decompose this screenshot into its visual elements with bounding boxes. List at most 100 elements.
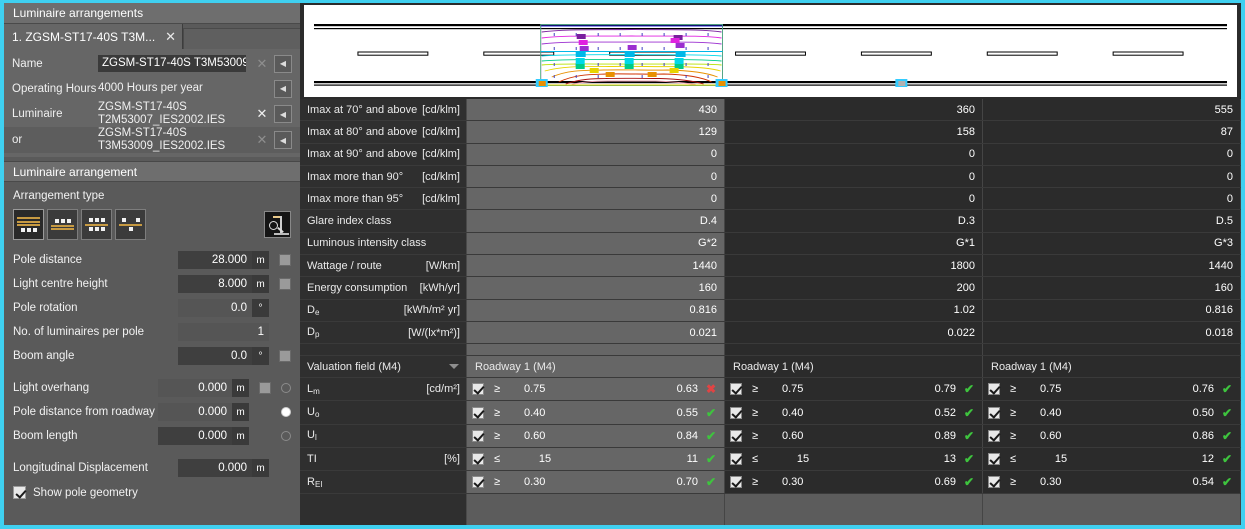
result-value: 0.84 — [676, 429, 698, 442]
boom-angle-input[interactable]: 0.0 — [178, 347, 252, 365]
arrangement-type-twin-central-icon[interactable] — [115, 209, 146, 240]
show-pole-geometry-checkbox[interactable] — [13, 486, 26, 499]
light-overhang-radio[interactable] — [281, 383, 291, 393]
roadway-plan-viewport[interactable] — [300, 3, 1241, 99]
param-label-pole-distance: Pole distance — [13, 254, 83, 266]
threshold-value[interactable]: 0.40 — [768, 407, 838, 419]
valuation-checkbox[interactable] — [472, 429, 484, 442]
valuation-checkbox[interactable] — [472, 383, 484, 396]
param-label-luminaires-per-pole: No. of luminaires per pole — [13, 326, 145, 338]
cell-col2: 0 — [725, 143, 983, 165]
chevron-down-icon[interactable] — [449, 364, 459, 370]
threshold-value[interactable]: 0.30 — [510, 476, 580, 488]
table-row: Glare index class D.4 D.3 D.5 — [300, 210, 1241, 233]
valuation-checkbox[interactable] — [472, 476, 484, 489]
pass-icon: ✔ — [963, 405, 975, 420]
name-input[interactable]: ZGSM-ST17-40S T3M53009 — [98, 55, 246, 72]
threshold-value[interactable]: 15 — [510, 453, 580, 465]
clear-luminaire-icon[interactable]: ✕ — [255, 106, 269, 122]
longitudinal-displacement-input[interactable]: 0.000 — [178, 459, 252, 477]
threshold-value[interactable]: 0.60 — [1026, 430, 1096, 442]
valuation-label-ul: Ul — [300, 424, 467, 447]
valuation-checkbox[interactable] — [730, 452, 742, 465]
valuation-checkbox[interactable] — [988, 476, 1000, 489]
threshold-value[interactable]: 0.30 — [1026, 476, 1096, 488]
pole-rotation-input[interactable]: 0.0 — [178, 299, 252, 317]
row-unit-text: [cd/klm] — [422, 170, 460, 183]
valuation-checkbox[interactable] — [472, 452, 484, 465]
light-overhang-input[interactable]: 0.000 — [158, 379, 232, 397]
valuation-checkbox[interactable] — [730, 429, 742, 442]
pole-geometry-magnifier-icon[interactable] — [264, 211, 291, 238]
cell-col3: 0 — [983, 188, 1241, 210]
clear-or-luminaire-icon[interactable]: ✕ — [255, 132, 269, 148]
operating-hours-value[interactable]: 4000 Hours per year — [98, 82, 269, 95]
pole-distance-from-roadway-radio[interactable] — [281, 407, 291, 417]
pole-distance-input[interactable]: 28.000 — [178, 251, 252, 269]
cell-col2: 360 — [725, 99, 983, 121]
boom-length-radio[interactable] — [281, 431, 291, 441]
luminaire-value[interactable]: ZGSM-ST17-40S T2M53007_IES2002.IES — [98, 101, 255, 127]
row-label-dp: Dp [W/(lx*m²)] — [300, 321, 467, 344]
threshold-value[interactable]: 0.75 — [768, 383, 838, 395]
threshold-value[interactable]: 0.60 — [768, 430, 838, 442]
valuation-cell-col2: ≥ 0.60 0.89 ✔ — [725, 424, 983, 447]
threshold-value[interactable]: 15 — [768, 453, 838, 465]
param-boom-angle: Boom angle 0.0 ° — [4, 344, 300, 368]
valuation-checkbox[interactable] — [988, 406, 1000, 419]
threshold-value[interactable]: 15 — [1026, 453, 1096, 465]
boom-length-input[interactable]: 0.000 — [158, 427, 232, 445]
threshold-value[interactable]: 0.75 — [1026, 383, 1096, 395]
threshold-value[interactable]: 0.75 — [510, 383, 580, 395]
metric-unit: [cd/m²] — [426, 383, 460, 396]
param-label-pole-rotation: Pole rotation — [13, 302, 78, 314]
valuation-checkbox[interactable] — [472, 406, 484, 419]
cell-col1: 1440 — [467, 255, 725, 277]
valuation-checkbox[interactable] — [988, 429, 1000, 442]
light-centre-height-input[interactable]: 8.000 — [178, 275, 252, 293]
result-value: 0.63 — [676, 383, 698, 396]
cell-col1: 160 — [467, 277, 725, 299]
field-label-name: Name — [12, 57, 43, 70]
table-empty-area — [300, 494, 1241, 525]
metric-symbol: Uo — [307, 406, 320, 420]
light-overhang-checkbox[interactable] — [259, 382, 271, 394]
row-label-luminous-intensity-class: Luminous intensity class — [300, 232, 467, 255]
operating-hours-prev-button[interactable]: ◀ — [274, 79, 292, 98]
roadway-plan-canvas[interactable] — [304, 5, 1237, 97]
luminaire-prev-button[interactable]: ◀ — [274, 105, 292, 123]
clear-name-icon[interactable]: ✕ — [255, 56, 269, 72]
metric-symbol: TI — [307, 452, 317, 465]
threshold-value[interactable]: 0.60 — [510, 430, 580, 442]
row-unit-text: [cd/klm] — [422, 103, 460, 116]
valuation-checkbox[interactable] — [988, 383, 1000, 396]
valuation-checkbox[interactable] — [988, 452, 1000, 465]
boom-angle-checkbox[interactable] — [279, 350, 291, 362]
arrangement-type-staggered-icon[interactable] — [81, 209, 112, 240]
pole-distance-from-roadway-input[interactable]: 0.000 — [158, 403, 232, 421]
result-value: 0.86 — [1192, 429, 1214, 442]
valuation-cell-col3: ≥ 0.40 0.50 ✔ — [983, 401, 1241, 424]
valuation-label-lm: Lm [cd/m²] — [300, 378, 467, 401]
or-luminaire-prev-button[interactable]: ◀ — [274, 131, 292, 149]
or-luminaire-value[interactable]: ZGSM-ST17-40S T3M53009_IES2002.IES — [98, 127, 255, 153]
arrangement-type-single-sided-icon[interactable] — [13, 209, 44, 240]
valuation-checkbox[interactable] — [730, 476, 742, 489]
luminaires-per-pole-input[interactable]: 1 — [178, 323, 269, 341]
row-label-glare-index-class: Glare index class — [300, 210, 467, 232]
close-icon[interactable]: ✕ — [165, 29, 176, 45]
threshold-value[interactable]: 0.40 — [1026, 407, 1096, 419]
tab-arrangement-1[interactable]: 1. ZGSM-ST17-40S T3M... ✕ — [4, 24, 184, 49]
light-centre-height-checkbox[interactable] — [279, 278, 291, 290]
pole-distance-checkbox[interactable] — [279, 254, 291, 266]
valuation-checkbox[interactable] — [730, 383, 742, 396]
name-prev-button[interactable]: ◀ — [274, 54, 292, 73]
threshold-value[interactable]: 0.30 — [768, 476, 838, 488]
threshold-value[interactable]: 0.40 — [510, 407, 580, 419]
arrangement-type-opposite-icon[interactable] — [47, 209, 78, 240]
valuation-checkbox[interactable] — [730, 406, 742, 419]
valuation-field-dropdown[interactable]: Valuation field (M4) — [300, 356, 467, 378]
pass-icon: ✔ — [1221, 475, 1233, 490]
cell-col1: G*2 — [467, 232, 725, 255]
cell-col1: 0 — [467, 165, 725, 188]
